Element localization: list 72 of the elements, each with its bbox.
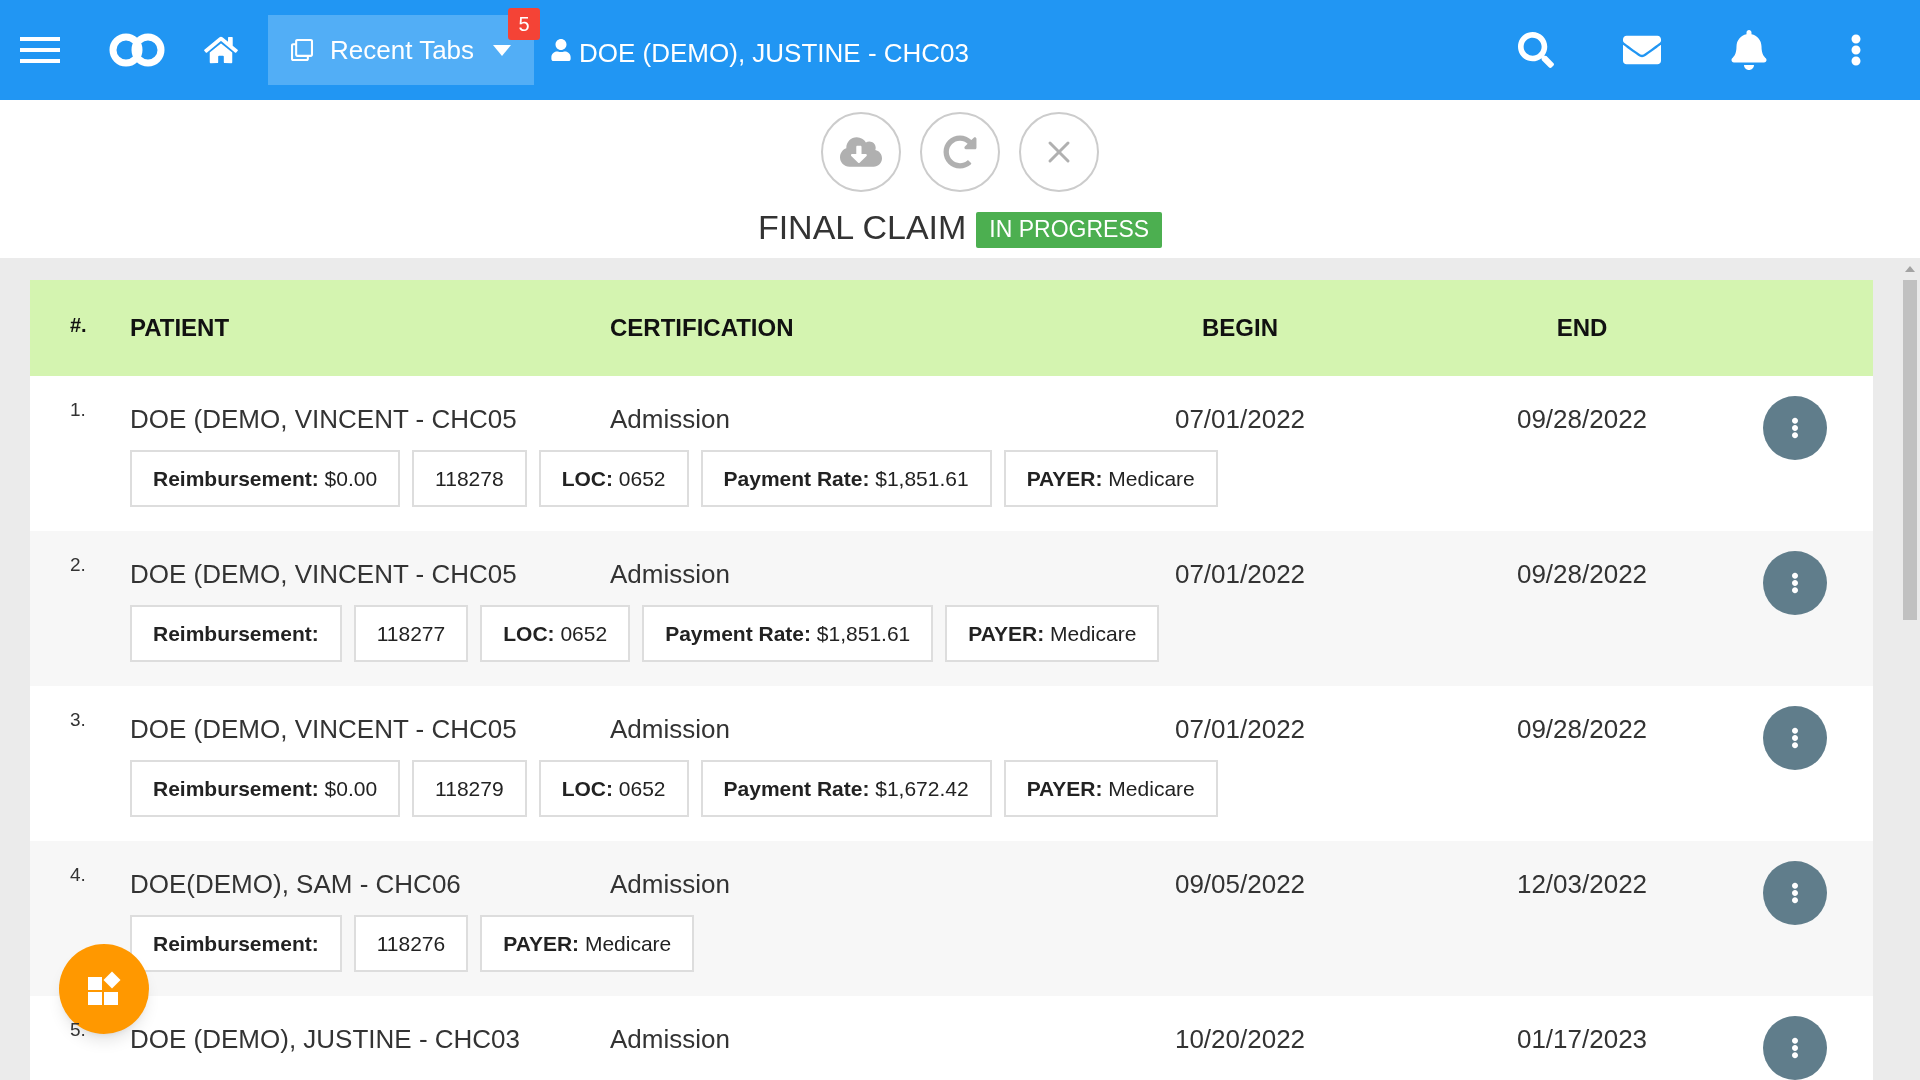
- count-badge: 5: [508, 8, 540, 40]
- certification: Admission: [610, 868, 731, 901]
- refresh-button[interactable]: [920, 112, 1000, 192]
- info-tag: Reimbursement: $0.00: [130, 760, 401, 817]
- scroll-up-icon[interactable]: [1905, 266, 1915, 272]
- certification: Admission: [610, 1023, 731, 1056]
- begin-date: 10/20/2022: [1173, 1023, 1307, 1056]
- search-icon[interactable]: [1518, 32, 1554, 68]
- more-icon: [1791, 881, 1799, 905]
- info-tag: 118278: [412, 450, 527, 507]
- column-header: CERTIFICATION: [610, 313, 795, 343]
- column-header: BEGIN: [1201, 313, 1279, 343]
- end-date: 12/03/2022: [1515, 868, 1649, 901]
- info-tag: Payment Rate: $1,851.61: [642, 605, 934, 662]
- info-tag: Payment Rate: $1,672.42: [700, 760, 992, 817]
- info-tag: Payment Rate: $1,851.61: [700, 450, 992, 507]
- info-tag: PAYER: Medicare: [1003, 760, 1218, 817]
- info-tag: PAYER: Medicare: [480, 915, 695, 972]
- row-number: 2.: [70, 554, 86, 575]
- certification: Admission: [610, 403, 731, 436]
- tabs-icon: [291, 39, 313, 61]
- end-date: 09/28/2022: [1515, 713, 1649, 746]
- menu-icon[interactable]: [20, 35, 60, 65]
- info-tag: 118276: [353, 915, 469, 972]
- end-date: 09/28/2022: [1515, 558, 1649, 591]
- info-tag: 118279: [412, 760, 527, 817]
- row-number: 4.: [70, 864, 86, 885]
- row-number: 1.: [70, 399, 86, 420]
- column-header: #.: [69, 313, 88, 338]
- begin-date: 07/01/2022: [1173, 403, 1307, 436]
- begin-date: 07/01/2022: [1173, 558, 1307, 591]
- status-badge: IN PROGRESS: [976, 211, 1163, 248]
- widgets-icon: [86, 971, 122, 1007]
- certification: Admission: [610, 558, 731, 591]
- end-date: 01/17/2023: [1515, 1023, 1649, 1056]
- patient-name: DOE (DEMO, VINCENT - CHC05: [130, 558, 518, 591]
- download-button[interactable]: [821, 112, 901, 192]
- column-header: END: [1555, 313, 1609, 343]
- info-tag: LOC: 0652: [538, 760, 689, 817]
- patient-name[interactable]: DOE (DEMO), JUSTINE - CHC03: [579, 33, 970, 73]
- caret-icon: [493, 44, 512, 56]
- patient-name: DOE(DEMO), SAM - CHC06: [130, 868, 462, 901]
- end-date: 09/28/2022: [1515, 403, 1649, 436]
- refresh-icon: [943, 135, 977, 169]
- more-icon: [1791, 1036, 1799, 1060]
- patient-name: DOE (DEMO), JUSTINE - CHC03: [130, 1023, 522, 1056]
- patient-name: DOE (DEMO, VINCENT - CHC05: [130, 403, 518, 436]
- info-tag: Reimbursement:: [130, 915, 342, 972]
- begin-date: 09/05/2022: [1173, 868, 1307, 901]
- close-button[interactable]: [1019, 112, 1099, 192]
- more-icon: [1791, 726, 1799, 750]
- user-icon: [551, 39, 571, 61]
- home-icon[interactable]: [204, 35, 238, 65]
- info-tag: LOC: 0652: [480, 605, 631, 662]
- begin-date: 07/01/2022: [1173, 713, 1307, 746]
- cloud-download-icon: [840, 135, 882, 169]
- info-tag: 118277: [353, 605, 469, 662]
- info-tag: Reimbursement:: [130, 605, 342, 662]
- more-icon: [1791, 416, 1799, 440]
- patient-name: DOE (DEMO, VINCENT - CHC05: [130, 713, 518, 746]
- more-icon[interactable]: [1850, 33, 1862, 67]
- claim-title: FINAL CLAIM: [757, 207, 967, 248]
- info-tag: PAYER: Medicare: [1003, 450, 1218, 507]
- row-number: 3.: [70, 709, 86, 730]
- more-icon: [1791, 571, 1799, 595]
- column-header: PATIENT: [130, 313, 231, 343]
- certification: Admission: [610, 713, 731, 746]
- row-number: 5.: [70, 1019, 86, 1040]
- info-tag: PAYER: Medicare: [945, 605, 1160, 662]
- info-tag: Reimbursement: $0.00: [130, 450, 401, 507]
- info-tag: LOC: 0652: [538, 450, 689, 507]
- bell-icon[interactable]: [1730, 30, 1768, 70]
